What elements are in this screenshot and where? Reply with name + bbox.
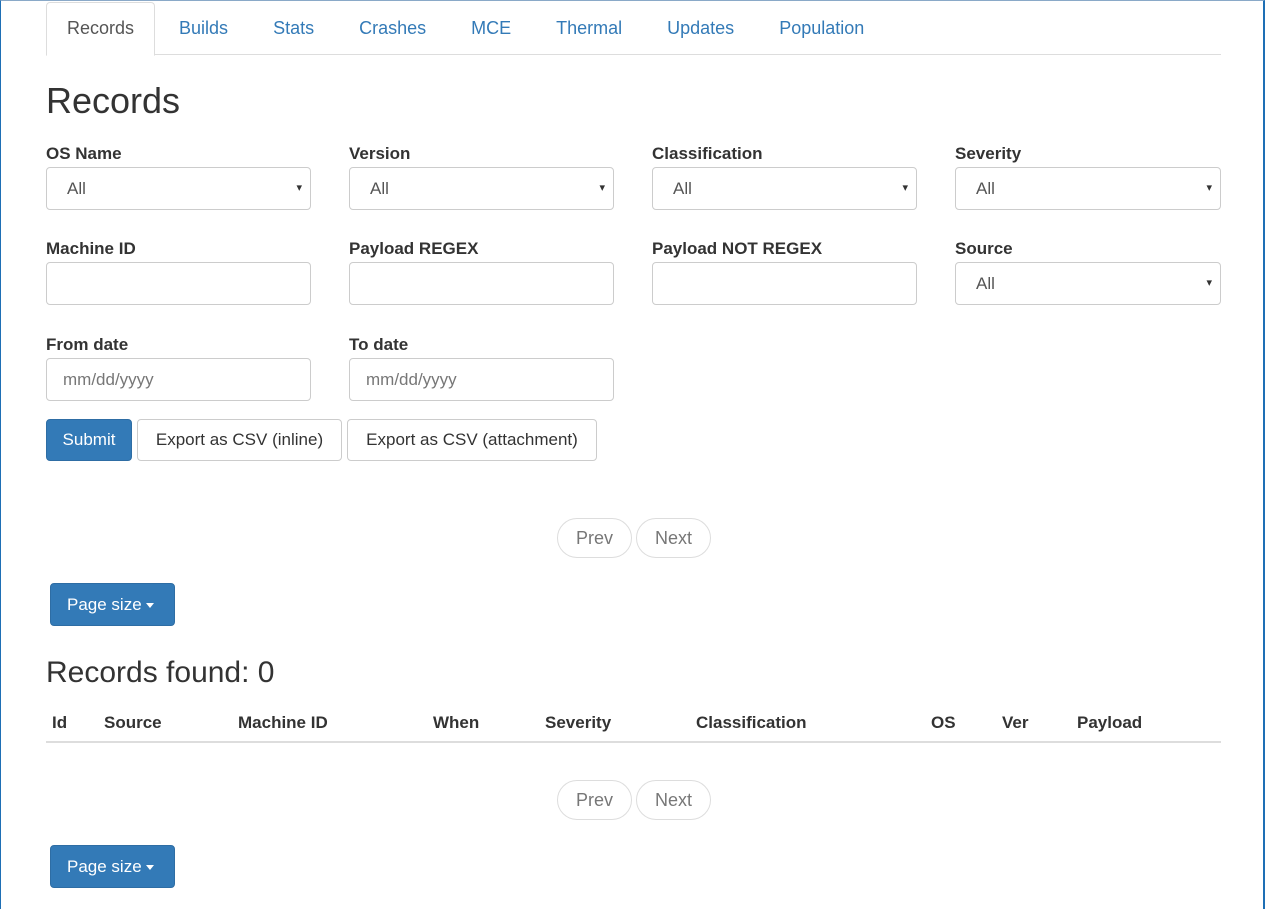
column-header-classification[interactable]: Classification [696, 713, 807, 733]
chevron-down-icon: ▾ [1206, 182, 1212, 194]
column-header-machine-id[interactable]: Machine ID [238, 713, 328, 733]
prev-button[interactable]: Prev [557, 518, 633, 558]
chevron-down-icon: ▾ [1206, 277, 1212, 289]
page-size-dropdown[interactable]: Page size [50, 583, 175, 626]
to-date-label: To date [349, 335, 409, 354]
payload-not-regex-group: Payload NOT REGEX [652, 238, 917, 305]
column-header-payload[interactable]: Payload [1077, 713, 1142, 733]
source-select[interactable]: All ▾ [955, 262, 1221, 305]
column-header-source[interactable]: Source [104, 713, 162, 733]
records-found-heading: Records found: 0 [46, 656, 275, 689]
page-size-label: Page size [67, 857, 142, 876]
os-name-group: OS Name All ▾ [46, 143, 311, 210]
tab-population[interactable]: Population [758, 2, 885, 55]
version-group: Version All ▾ [349, 143, 614, 210]
tab-crashes[interactable]: Crashes [338, 2, 447, 55]
machine-id-input[interactable] [46, 262, 311, 305]
chevron-down-icon: ▾ [296, 182, 302, 194]
tab-updates[interactable]: Updates [646, 2, 755, 55]
os-name-label: OS Name [46, 144, 122, 163]
severity-select[interactable]: All ▾ [955, 167, 1221, 210]
os-name-value: All [67, 179, 86, 198]
payload-not-regex-label: Payload NOT REGEX [652, 239, 823, 258]
payload-not-regex-input[interactable] [652, 262, 917, 305]
nav-tabs: Records Builds Stats Crashes MCE Thermal… [46, 2, 1221, 56]
from-date-group: From date mm/dd/yyyy [46, 334, 311, 401]
to-date-group: To date mm/dd/yyyy [349, 334, 614, 401]
classification-group: Classification All ▾ [652, 143, 917, 210]
to-date-input[interactable]: mm/dd/yyyy [349, 358, 614, 401]
chevron-down-icon: ▾ [902, 182, 908, 194]
page-title: Records [46, 80, 181, 121]
column-header-when[interactable]: When [433, 713, 479, 733]
submit-button[interactable]: Submit [46, 419, 132, 461]
next-button[interactable]: Next [636, 518, 712, 558]
classification-label: Classification [652, 144, 763, 163]
severity-group: Severity All ▾ [955, 143, 1221, 210]
version-label: Version [349, 144, 411, 163]
version-value: All [370, 179, 389, 198]
source-value: All [976, 274, 995, 293]
export-csv-attachment-button[interactable]: Export as CSV (attachment) [347, 419, 597, 461]
payload-regex-label: Payload REGEX [349, 239, 479, 258]
source-label: Source [955, 239, 1013, 258]
pager-top: Prev Next [557, 518, 712, 558]
tab-records[interactable]: Records [46, 2, 156, 56]
table-header-row: Id Source Machine ID When Severity Class… [46, 708, 1221, 743]
page-size-dropdown[interactable]: Page size [50, 845, 175, 888]
main-container: Records Builds Stats Crashes MCE Thermal… [46, 2, 1221, 888]
classification-value: All [673, 179, 692, 198]
os-name-select[interactable]: All ▾ [46, 167, 311, 210]
column-header-severity[interactable]: Severity [545, 713, 611, 733]
caret-down-icon [145, 865, 154, 871]
source-group: Source All ▾ [955, 238, 1221, 305]
machine-id-label: Machine ID [46, 239, 136, 258]
classification-select[interactable]: All ▾ [652, 167, 917, 210]
pager-bottom: Prev Next [557, 780, 712, 820]
severity-value: All [976, 179, 995, 198]
caret-down-icon [145, 603, 154, 609]
tab-builds[interactable]: Builds [158, 2, 249, 55]
tab-mce[interactable]: MCE [450, 2, 532, 55]
page-size-label: Page size [67, 595, 142, 614]
tab-stats[interactable]: Stats [252, 2, 335, 55]
version-select[interactable]: All ▾ [349, 167, 614, 210]
from-date-label: From date [46, 335, 129, 354]
payload-regex-group: Payload REGEX [349, 238, 614, 305]
prev-button[interactable]: Prev [557, 780, 633, 820]
column-header-os[interactable]: OS [931, 713, 956, 733]
machine-id-group: Machine ID [46, 238, 311, 305]
from-date-input[interactable]: mm/dd/yyyy [46, 358, 311, 401]
chevron-down-icon: ▾ [599, 182, 605, 194]
severity-label: Severity [955, 144, 1022, 163]
column-header-id[interactable]: Id [52, 713, 67, 733]
tab-thermal[interactable]: Thermal [535, 2, 643, 55]
export-csv-inline-button[interactable]: Export as CSV (inline) [137, 419, 342, 461]
payload-regex-input[interactable] [349, 262, 614, 305]
next-button[interactable]: Next [636, 780, 712, 820]
column-header-ver[interactable]: Ver [1002, 713, 1028, 733]
